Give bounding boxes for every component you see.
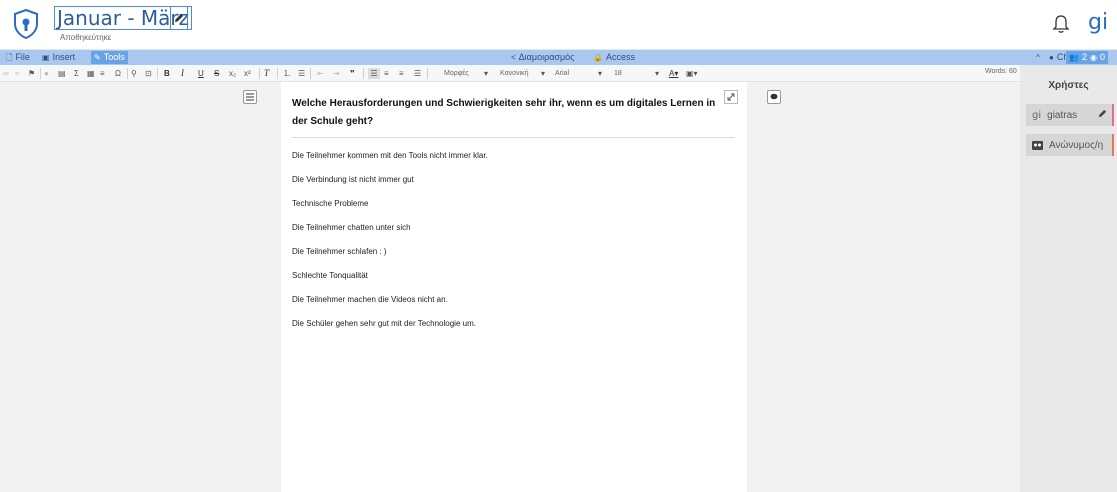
menu-share[interactable]: < Διαμοιρασμός: [508, 51, 577, 64]
share-icon: <: [511, 53, 516, 62]
chevron-up-icon: ^: [1036, 53, 1040, 62]
file-icon: 🗋: [6, 53, 13, 62]
word-count: Words: 60: [985, 68, 1017, 75]
anchor-flag-icon[interactable]: ⚑: [28, 68, 35, 79]
unlink-icon[interactable]: ≈: [15, 68, 19, 79]
user-name: giatras: [1047, 109, 1078, 121]
user-name: Ανώνυμος/η: [1049, 139, 1104, 151]
document-paragraph[interactable]: Die Verbindung ist nicht immer gut: [292, 174, 414, 186]
menu-insert[interactable]: ▣ Insert: [39, 51, 78, 64]
table-icon[interactable]: ▤: [58, 68, 66, 79]
link-icon[interactable]: ∞: [3, 68, 9, 79]
right-margin: [747, 82, 1020, 492]
comment-icon: [770, 93, 778, 100]
chevron-down-icon[interactable]: ▾: [541, 68, 545, 79]
horizontal-rule: [292, 137, 735, 138]
document-paragraph[interactable]: Technische Probleme: [292, 198, 368, 210]
anonymous-avatar-icon: [1032, 140, 1043, 150]
document-paragraph[interactable]: Die Teilnehmer machen die Videos nicht a…: [292, 294, 448, 306]
pencil-icon: [175, 14, 183, 22]
saved-status: Αποθηκεύτηκε: [60, 33, 112, 42]
users-toggle[interactable]: 👥 2 ◉ 0: [1066, 51, 1108, 64]
find-icon[interactable]: ⚲: [131, 68, 137, 79]
menu-bar: 🗋 File ▣ Insert ✎ Tools < Διαμοιρασμός 🔒 Acce…: [0, 50, 1117, 65]
document-paragraph[interactable]: Schlechte Tonqualität: [292, 270, 368, 282]
align-justify-icon[interactable]: ☰: [414, 68, 421, 79]
format-combo[interactable]: Μορφές: [444, 68, 469, 79]
document-paragraph[interactable]: Die Schüler gehen sehr gut mit der Techn…: [292, 318, 476, 330]
users-panel: Χρήστες gi giatras Ανώνυμος/η: [1020, 65, 1117, 492]
align-right-icon[interactable]: ≡: [399, 68, 404, 79]
document-paragraph[interactable]: Die Teilnehmer schlafen : ): [292, 246, 387, 258]
comment-icon[interactable]: ●: [44, 68, 49, 79]
preview-icon[interactable]: ⊡: [145, 68, 152, 79]
align-center-icon[interactable]: ≡: [384, 68, 389, 79]
logo-icon[interactable]: [13, 9, 39, 39]
superscript-icon[interactable]: x²: [244, 68, 251, 79]
user-initials-badge: gi: [1032, 109, 1042, 121]
insert-table-icon[interactable]: ▦: [87, 68, 95, 79]
left-margin: [0, 82, 281, 492]
user-avatar[interactable]: gi: [1088, 10, 1108, 35]
eye-icon: ◉: [1089, 53, 1097, 62]
document-paragraph[interactable]: Die Teilnehmer chatten unter sich: [292, 222, 411, 234]
chevron-down-icon[interactable]: ▾: [655, 68, 659, 79]
underline-icon[interactable]: U: [198, 68, 204, 79]
user-count: 2: [1081, 52, 1087, 62]
text-color-icon[interactable]: A▾: [669, 68, 678, 79]
numbered-list-icon[interactable]: ⒈: [283, 68, 291, 79]
users-icon: 👥: [1069, 53, 1079, 62]
formula-sigma-icon[interactable]: Σ: [74, 68, 79, 79]
menu-tools-label: Tools: [103, 52, 125, 62]
user-row[interactable]: Ανώνυμος/η: [1026, 134, 1114, 156]
pencil-icon[interactable]: [1098, 109, 1107, 118]
notifications-bell-icon[interactable]: [1052, 14, 1070, 34]
menu-file[interactable]: 🗋 File: [3, 51, 33, 64]
formatting-toolbar: ∞ ≈ ⚑ ● ▤ Σ ▦ ≡ Ω ⚲ ⊡ B I U S x₂ x² T ⒈ …: [0, 65, 1020, 82]
document-page[interactable]: [281, 82, 747, 492]
bold-icon[interactable]: B: [164, 68, 170, 79]
strikethrough-icon[interactable]: S: [214, 68, 219, 79]
image-icon: ▣: [42, 53, 50, 62]
horizontal-line-icon[interactable]: ≡: [100, 68, 105, 79]
list-icon: [246, 93, 254, 101]
app-header: Januar - März Αποθηκεύτηκε gi: [0, 0, 1117, 50]
indent-icon[interactable]: ⇥: [333, 68, 340, 79]
align-left-icon[interactable]: ☰: [368, 68, 380, 79]
document-heading[interactable]: Welche Herausforderungen und Schwierigke…: [292, 95, 732, 131]
clear-format-icon[interactable]: T: [264, 68, 269, 79]
document-paragraph[interactable]: Die Teilnehmer kommen mit den Tools nich…: [292, 150, 488, 162]
menu-insert-label: Insert: [52, 52, 76, 62]
lock-icon: 🔒: [593, 53, 603, 62]
menu-share-label: Διαμοιρασμός: [518, 52, 575, 62]
viewer-count: 0: [1099, 52, 1105, 62]
outline-toggle-button[interactable]: [243, 90, 257, 104]
font-combo[interactable]: Arial: [555, 68, 569, 79]
blockquote-icon[interactable]: ❞: [350, 68, 355, 79]
style-combo[interactable]: Κανονική: [500, 68, 528, 79]
bullet-list-icon[interactable]: ☰: [298, 68, 305, 79]
comments-toggle-button[interactable]: [767, 90, 781, 104]
special-char-omega-icon[interactable]: Ω: [115, 68, 121, 79]
chat-icon: ●: [1049, 53, 1054, 62]
subscript-icon[interactable]: x₂: [229, 68, 236, 79]
menu-access[interactable]: 🔒 Access: [590, 51, 638, 64]
user-row[interactable]: gi giatras: [1026, 104, 1114, 126]
chevron-down-icon[interactable]: ▾: [598, 68, 602, 79]
menu-tools[interactable]: ✎ Tools: [91, 51, 128, 64]
users-panel-title: Χρήστες: [1048, 80, 1089, 91]
collapse-toolbar-button[interactable]: ^: [1033, 51, 1043, 64]
chevron-down-icon[interactable]: ▾: [484, 68, 488, 79]
menu-file-label: File: [15, 52, 30, 62]
rename-button[interactable]: [170, 6, 188, 30]
menu-access-label: Access: [605, 52, 635, 62]
size-combo[interactable]: 18: [614, 68, 622, 79]
wrench-icon: ✎: [94, 53, 101, 62]
background-color-icon[interactable]: ▣▾: [686, 68, 698, 79]
outdent-icon[interactable]: ⇤: [317, 68, 324, 79]
italic-icon[interactable]: I: [181, 68, 184, 79]
